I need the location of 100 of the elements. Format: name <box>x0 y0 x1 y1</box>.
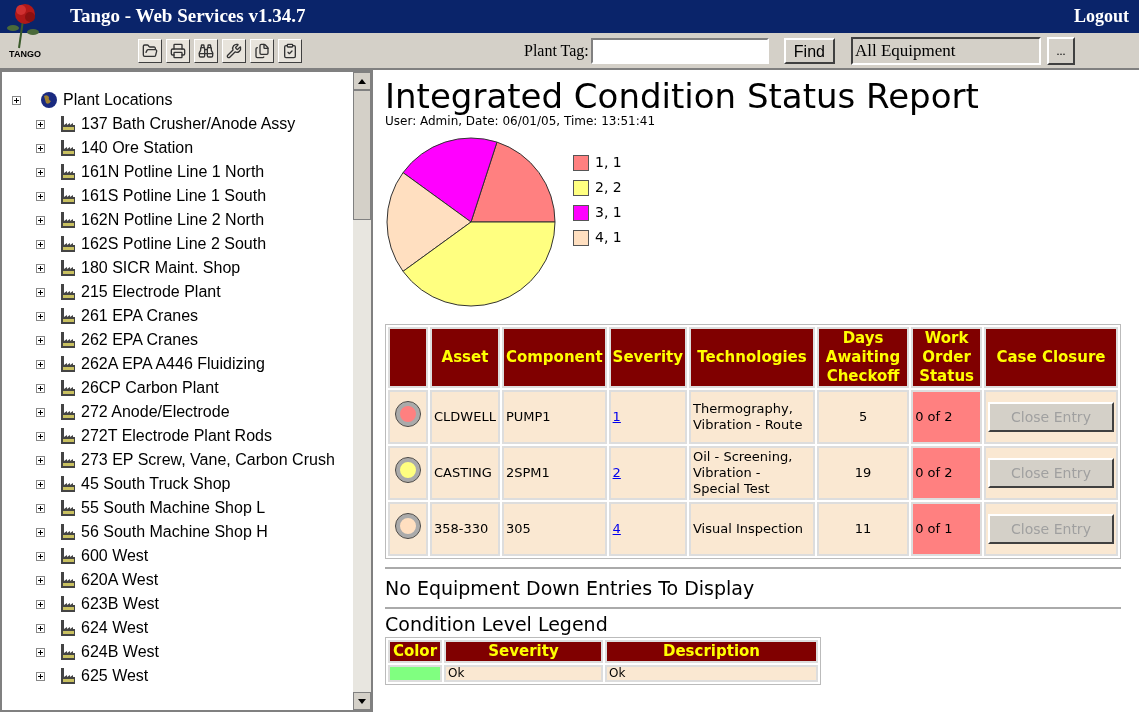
tree-item[interactable]: 161N Potline Line 1 North <box>81 160 265 184</box>
factory-icon <box>59 595 77 613</box>
expand-icon[interactable] <box>36 503 45 513</box>
expand-icon[interactable] <box>36 119 45 129</box>
factory-icon <box>59 547 77 565</box>
printer-icon-button[interactable] <box>166 38 190 63</box>
table-cell: Oil - Screening, Vibration - Special Test <box>689 446 815 500</box>
table-cell: CLDWELL <box>430 390 500 444</box>
tree-item[interactable]: 140 Ore Station <box>81 136 194 160</box>
tree-item[interactable]: 262 EPA Cranes <box>81 328 199 352</box>
expand-icon[interactable] <box>36 527 45 537</box>
expand-icon[interactable] <box>36 287 45 297</box>
tree-item[interactable]: 625 West <box>81 664 149 688</box>
tools-icon-button[interactable] <box>222 38 246 63</box>
tree-item[interactable]: 215 Electrode Plant <box>81 280 221 304</box>
plant-tag-label: Plant Tag: <box>524 40 589 62</box>
factory-icon <box>59 403 77 421</box>
report-subtitle: User: Admin, Date: 06/01/05, Time: 13:51:41 <box>385 114 657 128</box>
tree-item[interactable]: 180 SICR Maint. Shop <box>81 256 241 280</box>
expand-icon[interactable] <box>36 311 45 321</box>
expand-icon[interactable] <box>36 359 45 369</box>
factory-icon <box>59 139 77 157</box>
documents-icon <box>254 42 270 59</box>
tree-item[interactable]: 56 South Machine Shop H <box>81 520 268 544</box>
factory-icon <box>59 499 77 517</box>
equipment-field[interactable]: All Equipment <box>850 36 1041 65</box>
scrollbar-thumb[interactable] <box>353 90 371 220</box>
factory-icon <box>59 475 77 493</box>
expand-icon[interactable] <box>36 167 45 177</box>
tree-item[interactable]: 273 EP Screw, Vane, Carbon Crush <box>81 448 335 472</box>
expand-icon[interactable] <box>36 383 45 393</box>
expand-icon[interactable] <box>36 215 45 225</box>
expand-icon[interactable] <box>36 143 45 153</box>
column-header: Case Closure <box>984 327 1118 388</box>
column-header: Asset <box>430 327 500 388</box>
expand-icon[interactable] <box>36 647 45 657</box>
status-message: No Equipment Down Entries To Display <box>385 576 756 601</box>
find-button[interactable]: Find <box>783 37 835 64</box>
logo-text: TANGO <box>9 50 41 59</box>
folder-icon-button[interactable] <box>138 38 162 63</box>
tree-item[interactable]: 620A West <box>81 568 159 592</box>
tree-item[interactable]: 272 Anode/Electrode <box>81 400 230 424</box>
expand-icon[interactable] <box>36 239 45 249</box>
tree-item[interactable]: 261 EPA Cranes <box>81 304 199 328</box>
expand-icon[interactable] <box>36 671 45 681</box>
tree-item[interactable]: 272T Electrode Plant Rods <box>81 424 272 448</box>
tree-item[interactable]: 162S Potline Line 2 South <box>81 232 267 256</box>
documents-icon-button[interactable] <box>250 38 274 63</box>
factory-icon <box>59 259 77 277</box>
factory-icon <box>59 331 77 349</box>
tree-item[interactable]: 45 South Truck Shop <box>81 472 231 496</box>
column-header: Technologies <box>689 327 815 388</box>
tree-item[interactable]: Plant Locations <box>63 88 173 112</box>
table-cell: PUMP1 <box>501 390 607 444</box>
scrollbar[interactable] <box>353 72 371 710</box>
expand-icon[interactable] <box>36 335 45 345</box>
factory-icon <box>59 619 77 637</box>
expand-icon[interactable] <box>36 623 45 633</box>
tree-item[interactable]: 161S Potline Line 1 South <box>81 184 267 208</box>
factory-icon <box>59 211 77 229</box>
factory-icon <box>59 643 77 661</box>
tree-item[interactable]: 624B West <box>81 640 159 664</box>
legend-label: 1, 1 <box>595 153 622 172</box>
expand-icon[interactable] <box>36 431 45 441</box>
expand-icon[interactable] <box>36 407 45 417</box>
expand-icon[interactable] <box>36 191 45 201</box>
factory-icon <box>59 163 77 181</box>
plant-tag-field[interactable] <box>590 37 769 64</box>
table-cell: 11 <box>817 502 910 556</box>
tree-item[interactable]: 623B West <box>81 592 159 616</box>
column-header: Severity <box>608 327 687 388</box>
tree-item[interactable]: 600 West <box>81 544 149 568</box>
expand-icon[interactable] <box>36 599 45 609</box>
tree-item[interactable]: 624 West <box>81 616 149 640</box>
binoculars-icon-button[interactable] <box>194 38 218 63</box>
logout-link[interactable]: Logout <box>1074 3 1129 30</box>
tree-item[interactable]: 55 South Machine Shop L <box>81 496 266 520</box>
table-cell: 5 <box>817 390 910 444</box>
factory-icon <box>59 307 77 325</box>
browse-button[interactable]: ... <box>1046 36 1075 65</box>
factory-icon <box>59 379 77 397</box>
table-cell: Thermography, Vibration - Route <box>689 390 815 444</box>
tree-item[interactable]: 137 Bath Crusher/Anode Assy <box>81 112 296 136</box>
column-header: Color <box>388 640 442 663</box>
table-cell: 19 <box>817 446 910 500</box>
expand-icon[interactable] <box>36 551 45 561</box>
tree-item[interactable]: 262A EPA A446 Fluidizing <box>81 352 265 376</box>
tree-item[interactable]: 26CP Carbon Plant <box>81 376 219 400</box>
tree-item[interactable]: 162N Potline Line 2 North <box>81 208 265 232</box>
expand-icon[interactable] <box>36 455 45 465</box>
expand-icon[interactable] <box>36 575 45 585</box>
table-cell: 0 of 2 <box>911 390 982 444</box>
clipboard-icon-button[interactable] <box>278 38 302 63</box>
column-header: Description <box>605 640 818 663</box>
expand-icon[interactable] <box>36 263 45 273</box>
table-cell: 305 <box>501 502 607 556</box>
expand-icon[interactable] <box>36 479 45 489</box>
up-arrow-icon <box>358 78 366 84</box>
expand-icon[interactable] <box>12 95 21 105</box>
table-cell: Ok <box>444 665 603 682</box>
